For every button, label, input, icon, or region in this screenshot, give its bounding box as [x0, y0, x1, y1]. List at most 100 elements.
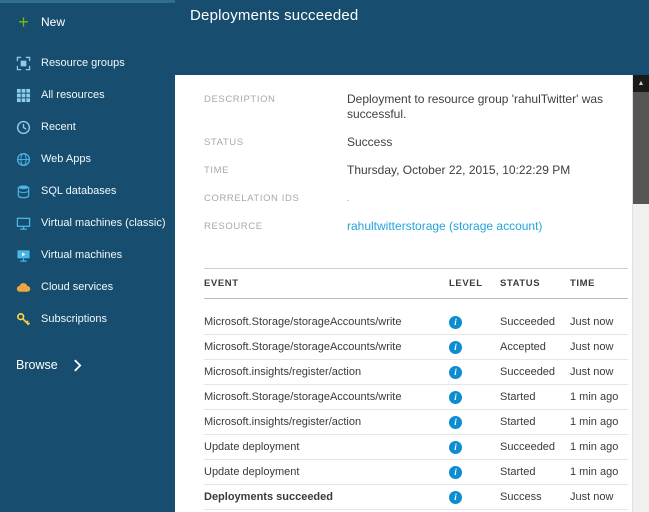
- field-label: STATUS: [204, 137, 244, 148]
- info-icon: i: [449, 365, 462, 379]
- event-cell: Microsoft.Storage/storageAccounts/write: [204, 391, 402, 403]
- sidebar-item-virtual-machines[interactable]: Virtual machines: [0, 239, 175, 271]
- deployment-details-panel: DESCRIPTION Deployment to resource group…: [175, 75, 632, 512]
- level-cell: i: [449, 415, 500, 429]
- sidebar-item-label: Resource groups: [41, 57, 125, 69]
- table-row[interactable]: Microsoft.Storage/storageAccounts/write …: [204, 310, 628, 335]
- sidebar-item-all-resources[interactable]: All resources: [0, 79, 175, 111]
- browse-label: Browse: [16, 358, 58, 372]
- sidebar-item-label: Recent: [41, 121, 76, 133]
- sql-database-icon: [16, 184, 31, 199]
- subscriptions-key-icon: [16, 312, 31, 327]
- info-icon: i: [449, 415, 462, 429]
- status-cell: Accepted: [500, 341, 546, 353]
- cloud-services-icon: [16, 280, 31, 295]
- level-cell: i: [449, 390, 500, 404]
- sidebar-item-recent[interactable]: Recent: [0, 111, 175, 143]
- sidebar-item-subscriptions[interactable]: Subscriptions: [0, 303, 175, 335]
- field-value: Thursday, October 22, 2015, 10:22:29 PM: [347, 163, 571, 177]
- web-apps-globe-icon: [16, 152, 31, 167]
- field-value: Success: [347, 135, 393, 149]
- vm-classic-icon: [16, 216, 31, 231]
- field-status: STATUS Success: [204, 135, 632, 150]
- sidebar-item-label: Web Apps: [41, 153, 91, 165]
- blade-header: Deployments succeeded: [175, 0, 649, 75]
- sidebar-item-label: Cloud services: [41, 281, 114, 293]
- level-cell: i: [449, 315, 500, 329]
- table-row[interactable]: Microsoft.Storage/storageAccounts/write …: [204, 335, 628, 360]
- info-icon: i: [449, 440, 462, 454]
- scrollbar-thumb[interactable]: [633, 92, 649, 204]
- time-cell: 1 min ago: [570, 416, 619, 428]
- level-cell: i: [449, 440, 500, 454]
- event-cell: Microsoft.Storage/storageAccounts/write: [204, 341, 402, 353]
- column-header-time: TIME: [570, 278, 596, 289]
- field-value: .: [347, 194, 350, 203]
- time-cell: Just now: [570, 316, 614, 328]
- time-cell: Just now: [570, 341, 614, 353]
- page-title: Deployments succeeded: [190, 7, 359, 24]
- time-cell: Just now: [570, 366, 614, 378]
- info-icon: i: [449, 490, 462, 504]
- sidebar-item-virtual-machines-classic[interactable]: Virtual machines (classic): [0, 207, 175, 239]
- field-label: DESCRIPTION: [204, 94, 276, 105]
- field-value: Deployment to resource group 'rahulTwitt…: [347, 92, 604, 121]
- event-cell: Microsoft.Storage/storageAccounts/write: [204, 316, 402, 328]
- field-time: TIME Thursday, October 22, 2015, 10:22:2…: [204, 163, 632, 178]
- table-row[interactable]: Update deployment i Started 1 min ago: [204, 460, 628, 485]
- status-cell: Success: [500, 491, 542, 503]
- status-cell: Started: [500, 416, 536, 428]
- all-resources-icon: [16, 88, 31, 103]
- sidebar-item-label: Virtual machines (classic): [41, 217, 166, 229]
- new-label: New: [41, 15, 66, 29]
- column-header-status: STATUS: [500, 278, 541, 289]
- field-label: TIME: [204, 165, 230, 176]
- level-cell: i: [449, 340, 500, 354]
- event-cell: Deployments succeeded: [204, 491, 333, 503]
- level-cell: i: [449, 465, 500, 479]
- sidebar-item-sql-databases[interactable]: SQL databases: [0, 175, 175, 207]
- table-row[interactable]: Microsoft.insights/register/action i Suc…: [204, 360, 628, 385]
- field-label: RESOURCE: [204, 221, 263, 232]
- field-resource: RESOURCE rahultwitterstorage (storage ac…: [204, 219, 632, 234]
- events-table-header: EVENT LEVEL STATUS TIME: [204, 268, 628, 299]
- plus-icon: +: [18, 12, 29, 32]
- browse-button[interactable]: Browse: [0, 349, 175, 381]
- field-value: rahultwitterstorage (storage account): [347, 219, 632, 234]
- sidebar-item-web-apps[interactable]: Web Apps: [0, 143, 175, 175]
- status-cell: Started: [500, 391, 536, 403]
- sidebar-item-label: SQL databases: [41, 185, 117, 197]
- field-label: CORRELATION IDS: [204, 193, 300, 204]
- info-icon: i: [449, 340, 462, 354]
- info-icon: i: [449, 315, 462, 329]
- table-row[interactable]: Microsoft.Storage/storageAccounts/write …: [204, 385, 628, 410]
- sidebar-item-label: All resources: [41, 89, 105, 101]
- table-row[interactable]: Microsoft.insights/register/action i Sta…: [204, 410, 628, 435]
- status-cell: Succeeded: [500, 366, 556, 378]
- sidebar-item-resource-groups[interactable]: Resource groups: [0, 47, 175, 79]
- table-row[interactable]: Update deployment i Succeeded 1 min ago: [204, 435, 628, 460]
- field-correlation-ids: CORRELATION IDS .: [204, 191, 632, 206]
- sidebar-nav: Resource groups All resources Recent Web…: [0, 47, 175, 335]
- new-button[interactable]: + New: [0, 3, 175, 41]
- events-table-body: Microsoft.Storage/storageAccounts/write …: [204, 310, 628, 510]
- info-icon: i: [449, 390, 462, 404]
- time-cell: Just now: [570, 491, 614, 503]
- status-cell: Started: [500, 466, 536, 478]
- event-cell: Microsoft.insights/register/action: [204, 416, 362, 428]
- time-cell: 1 min ago: [570, 466, 619, 478]
- recent-clock-icon: [16, 120, 31, 135]
- scroll-up-button[interactable]: ▲: [633, 75, 649, 92]
- table-row[interactable]: Deployments succeeded i Success Just now: [204, 485, 628, 510]
- events-table: EVENT LEVEL STATUS TIME Microsoft.Storag…: [204, 268, 628, 510]
- sidebar: + New Resource groups All resources Rece…: [0, 0, 175, 512]
- time-cell: 1 min ago: [570, 391, 619, 403]
- scroll-up-arrow-icon: ▲: [637, 80, 645, 87]
- azure-portal-screen: + New Resource groups All resources Rece…: [0, 0, 649, 512]
- scrollbar[interactable]: ▲: [632, 75, 649, 512]
- sidebar-item-cloud-services[interactable]: Cloud services: [0, 271, 175, 303]
- resource-link[interactable]: rahultwitterstorage (storage account): [347, 219, 542, 233]
- event-cell: Update deployment: [204, 441, 300, 453]
- time-cell: 1 min ago: [570, 441, 619, 453]
- level-cell: i: [449, 365, 500, 379]
